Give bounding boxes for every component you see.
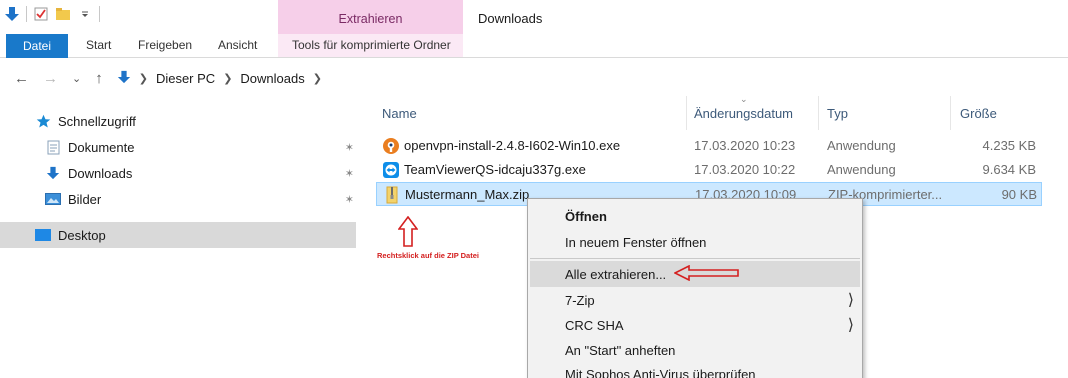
menu-item-7zip[interactable]: 7-Zip ⟩: [528, 287, 862, 313]
download-arrow-icon[interactable]: [4, 6, 20, 22]
column-header-name[interactable]: Name: [382, 106, 417, 121]
quick-access-toolbar: [4, 6, 100, 22]
sidebar-item-label: Downloads: [68, 165, 133, 181]
pictures-icon: [44, 192, 62, 206]
menu-item-open-new-window[interactable]: In neuem Fenster öffnen: [528, 229, 862, 255]
menu-item-label: An "Start" anheften: [565, 343, 676, 358]
menu-item-pin-to-start[interactable]: An "Start" anheften: [528, 337, 862, 363]
pin-icon[interactable]: ✶: [345, 167, 354, 180]
column-divider[interactable]: [686, 96, 687, 130]
menu-item-label: Öffnen: [565, 209, 607, 224]
pin-icon[interactable]: ✶: [345, 141, 354, 154]
navigation-pane: Schnellzugriff Dokumente ✶ Downloads ✶ B…: [0, 94, 372, 378]
file-size: 4.235 KB: [982, 138, 1037, 153]
file-name: TeamViewerQS-idcaju337g.exe: [404, 162, 586, 177]
title-bar: Extrahieren Downloads: [0, 0, 1068, 34]
sidebar-item-label: Schnellzugriff: [58, 113, 136, 129]
tab-view[interactable]: Ansicht: [218, 38, 257, 52]
recent-locations-chevron-icon[interactable]: ⌄: [72, 72, 81, 85]
desktop-icon: [34, 228, 52, 242]
openvpn-icon: [382, 137, 400, 155]
file-date: 17.03.2020 10:23: [694, 138, 796, 153]
teamviewer-icon: [382, 161, 400, 179]
back-arrow-icon[interactable]: ←: [14, 70, 29, 87]
breadcrumb: ❯ Dieser PC ❯ Downloads ❯: [117, 70, 322, 87]
sidebar-item-label: Dokumente: [68, 139, 135, 155]
menu-item-crc-sha[interactable]: CRC SHA ⟩: [528, 312, 862, 338]
file-date: 17.03.2020 10:22: [694, 162, 796, 177]
sidebar-item-desktop[interactable]: Desktop: [0, 222, 356, 248]
star-icon: [34, 114, 52, 128]
menu-item-label: 7-Zip: [565, 293, 595, 308]
menu-item-open[interactable]: Öffnen: [528, 203, 862, 229]
menu-item-label: Alle extrahieren...: [565, 267, 667, 282]
column-header-date[interactable]: Änderungsdatum: [694, 106, 793, 121]
forward-arrow-icon[interactable]: →: [43, 70, 58, 87]
submenu-chevron-icon: ⟩: [847, 317, 854, 334]
up-arrow-icon[interactable]: ↑: [95, 70, 103, 87]
sidebar-item-label: Desktop: [58, 227, 106, 243]
download-arrow-icon: [44, 166, 62, 180]
breadcrumb-chevron-icon[interactable]: ❯: [223, 72, 232, 85]
context-menu: Öffnen In neuem Fenster öffnen Alle extr…: [527, 198, 863, 378]
breadcrumb-chevron-icon[interactable]: ❯: [139, 72, 148, 85]
column-divider[interactable]: [818, 96, 819, 130]
download-arrow-icon: [117, 70, 131, 87]
file-type: Anwendung: [827, 138, 896, 153]
menu-item-label: In neuem Fenster öffnen: [565, 235, 707, 250]
tab-share[interactable]: Freigeben: [138, 38, 192, 52]
file-size: 90 KB: [1001, 187, 1037, 202]
menu-item-sophos-scan[interactable]: Mit Sophos Anti-Virus überprüfen: [528, 361, 862, 378]
menu-separator: [530, 258, 860, 259]
customize-dropdown-icon[interactable]: [77, 6, 93, 22]
address-bar: ← → ⌄ ↑ ❯ Dieser PC ❯ Downloads ❯: [0, 62, 1068, 94]
menu-item-label: Mit Sophos Anti-Virus überprüfen: [565, 367, 756, 378]
file-type: Anwendung: [827, 162, 896, 177]
sidebar-item-documents[interactable]: Dokumente ✶: [0, 134, 356, 160]
menu-item-label: CRC SHA: [565, 318, 624, 333]
annotation-left-arrow-icon: [673, 264, 740, 284]
annotation-text: Rechtsklick auf die ZIP Datei: [377, 251, 479, 260]
submenu-chevron-icon: ⟩: [847, 292, 854, 309]
pin-icon[interactable]: ✶: [345, 193, 354, 206]
breadcrumb-chevron-icon[interactable]: ❯: [313, 72, 322, 85]
tab-compressed-folder-tools[interactable]: Tools für komprimierte Ordner: [292, 38, 451, 52]
file-size: 9.634 KB: [982, 162, 1037, 177]
sidebar-item-quick-access[interactable]: Schnellzugriff: [0, 108, 356, 134]
file-name: Mustermann_Max.zip: [405, 187, 530, 202]
sidebar-item-pictures[interactable]: Bilder ✶: [0, 186, 356, 212]
table-row[interactable]: TeamViewerQS-idcaju337g.exe 17.03.2020 1…: [376, 158, 1042, 182]
properties-checkmark-icon[interactable]: [33, 6, 49, 22]
sidebar-item-downloads[interactable]: Downloads ✶: [0, 160, 356, 186]
table-row[interactable]: openvpn-install-2.4.8-I602-Win10.exe 17.…: [376, 134, 1042, 158]
toolbar-divider: [99, 6, 100, 22]
sidebar-item-label: Bilder: [68, 191, 102, 207]
new-folder-icon[interactable]: [55, 6, 71, 22]
context-tab-extract[interactable]: Extrahieren: [278, 0, 463, 34]
zip-folder-icon: [383, 186, 401, 204]
sort-indicator-icon: ⌄: [740, 94, 748, 104]
tab-file[interactable]: Datei: [6, 34, 68, 58]
breadcrumb-this-pc[interactable]: Dieser PC: [156, 71, 215, 86]
column-header-size[interactable]: Größe: [960, 106, 997, 121]
column-header-type[interactable]: Typ: [827, 106, 848, 121]
column-divider[interactable]: [950, 96, 951, 130]
window-title: Downloads: [478, 11, 543, 26]
annotation-up-arrow-icon: [397, 215, 419, 251]
toolbar-divider: [26, 6, 27, 22]
ribbon-tab-bar: Start Freigeben Ansicht Tools für kompri…: [0, 34, 1068, 58]
tab-start[interactable]: Start: [86, 38, 111, 52]
documents-icon: [44, 140, 62, 154]
breadcrumb-downloads[interactable]: Downloads: [240, 71, 304, 86]
file-name: openvpn-install-2.4.8-I602-Win10.exe: [404, 138, 621, 153]
